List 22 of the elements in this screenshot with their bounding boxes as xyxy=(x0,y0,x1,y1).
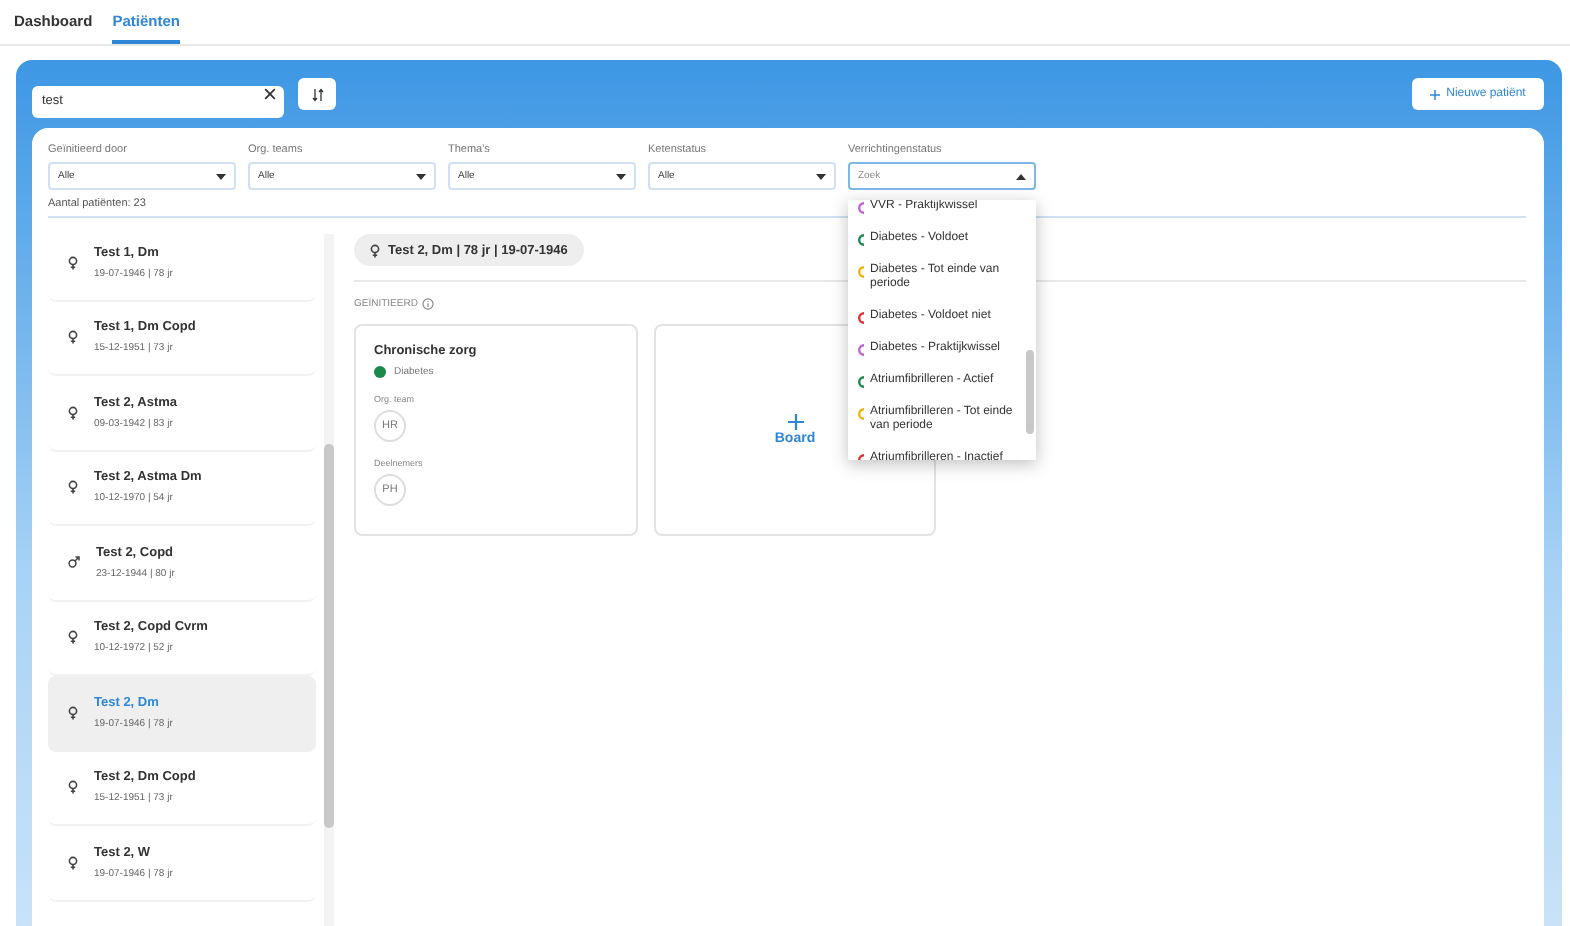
female-icon xyxy=(68,405,78,420)
caret-down-icon xyxy=(816,173,826,179)
sort-icon xyxy=(311,87,323,101)
caret-down-icon xyxy=(416,173,426,179)
caret-up-icon xyxy=(1016,173,1026,179)
plus-icon xyxy=(787,414,803,430)
scrollbar-thumb[interactable] xyxy=(324,444,334,828)
female-icon xyxy=(68,255,78,270)
female-icon xyxy=(370,243,380,257)
caret-down-icon xyxy=(216,173,226,179)
female-icon xyxy=(68,780,78,795)
female-icon xyxy=(68,480,78,495)
close-icon[interactable] xyxy=(264,88,276,100)
female-icon xyxy=(68,705,78,720)
male-icon xyxy=(68,556,80,569)
info-icon[interactable] xyxy=(421,298,434,310)
sort-button[interactable] xyxy=(298,78,336,110)
female-icon xyxy=(68,855,78,870)
plus-icon xyxy=(1430,89,1441,99)
female-icon xyxy=(68,330,78,345)
caret-down-icon xyxy=(616,173,626,179)
female-icon xyxy=(68,630,78,645)
